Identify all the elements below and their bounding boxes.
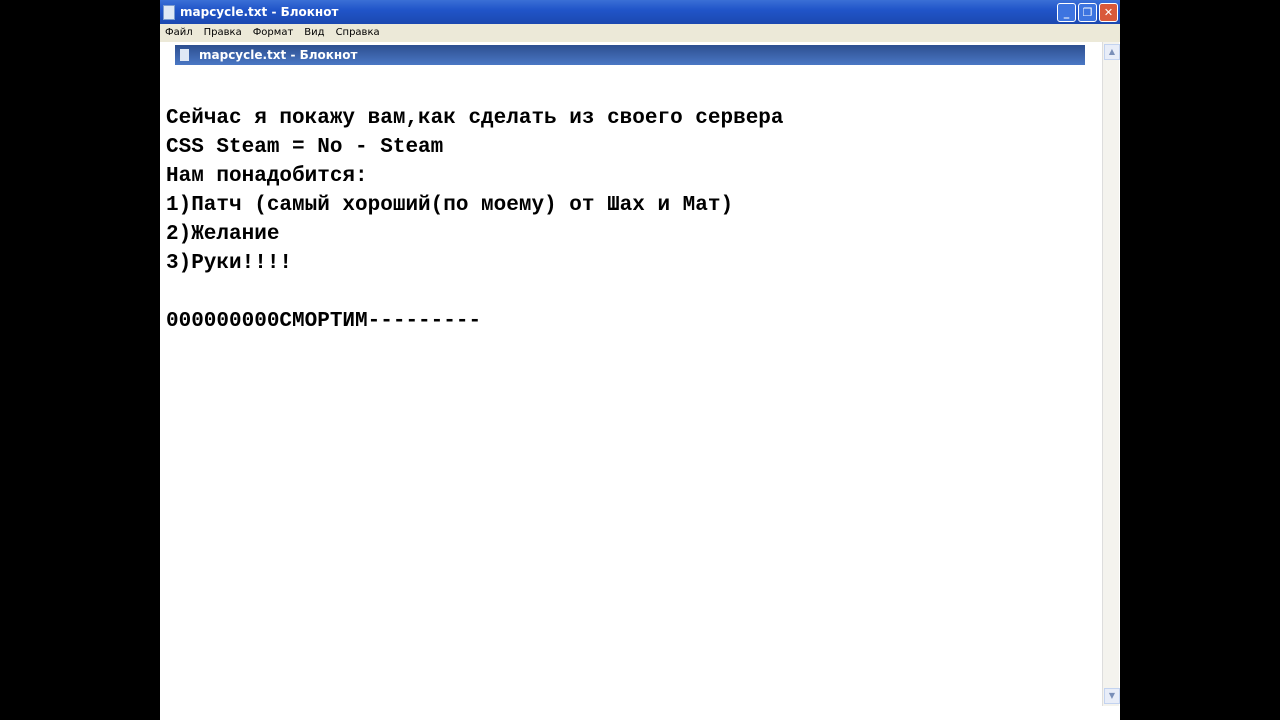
- notepad-icon: [180, 49, 189, 61]
- menu-help[interactable]: Справка: [336, 27, 380, 38]
- text-line: [166, 75, 784, 104]
- notepad-window: mapcycle.txt - Блокнот _ ❐ ✕ Файл Правка Ф…: [160, 0, 1120, 720]
- scroll-up-button[interactable]: ▲: [1104, 44, 1120, 60]
- menu-edit[interactable]: Правка: [204, 27, 242, 38]
- document-text: Сейчас я покажу вам,как сделать из своег…: [166, 46, 784, 336]
- vertical-scrollbar[interactable]: ▲ ▼: [1102, 42, 1120, 706]
- title-bar[interactable]: mapcycle.txt - Блокнот _ ❐ ✕: [160, 0, 1120, 24]
- close-button[interactable]: ✕: [1099, 3, 1118, 22]
- text-line: 2)Желание: [166, 223, 280, 246]
- text-line: [166, 278, 784, 307]
- text-line: 000000000СМОРТИМ---------: [166, 310, 482, 333]
- window-title: mapcycle.txt - Блокнот: [180, 5, 339, 19]
- scroll-down-button[interactable]: ▼: [1104, 688, 1120, 704]
- text-line: Сейчас я покажу вам,как сделать из своег…: [166, 107, 784, 130]
- text-line: CSS Steam = No - Steam: [166, 136, 444, 159]
- menu-bar: Файл Правка Формат Вид Справка: [160, 24, 1120, 42]
- text-line: 3)Руки!!!!: [166, 252, 293, 275]
- text-line: 1)Патч (самый хороший(по моему) от Шах и…: [166, 194, 734, 217]
- text-area[interactable]: mapcycle.txt - Блокнот Сейчас я покажу в…: [160, 42, 1102, 720]
- text-line: Нам понадобится:: [166, 165, 368, 188]
- notepad-icon: [163, 5, 175, 20]
- menu-format[interactable]: Формат: [253, 27, 294, 38]
- tooltip-title: mapcycle.txt - Блокнот: [199, 48, 358, 62]
- taskbar-tooltip: mapcycle.txt - Блокнот: [175, 45, 1085, 65]
- maximize-button[interactable]: ❐: [1078, 3, 1097, 22]
- menu-view[interactable]: Вид: [304, 27, 324, 38]
- menu-file[interactable]: Файл: [165, 27, 193, 38]
- minimize-button[interactable]: _: [1057, 3, 1076, 22]
